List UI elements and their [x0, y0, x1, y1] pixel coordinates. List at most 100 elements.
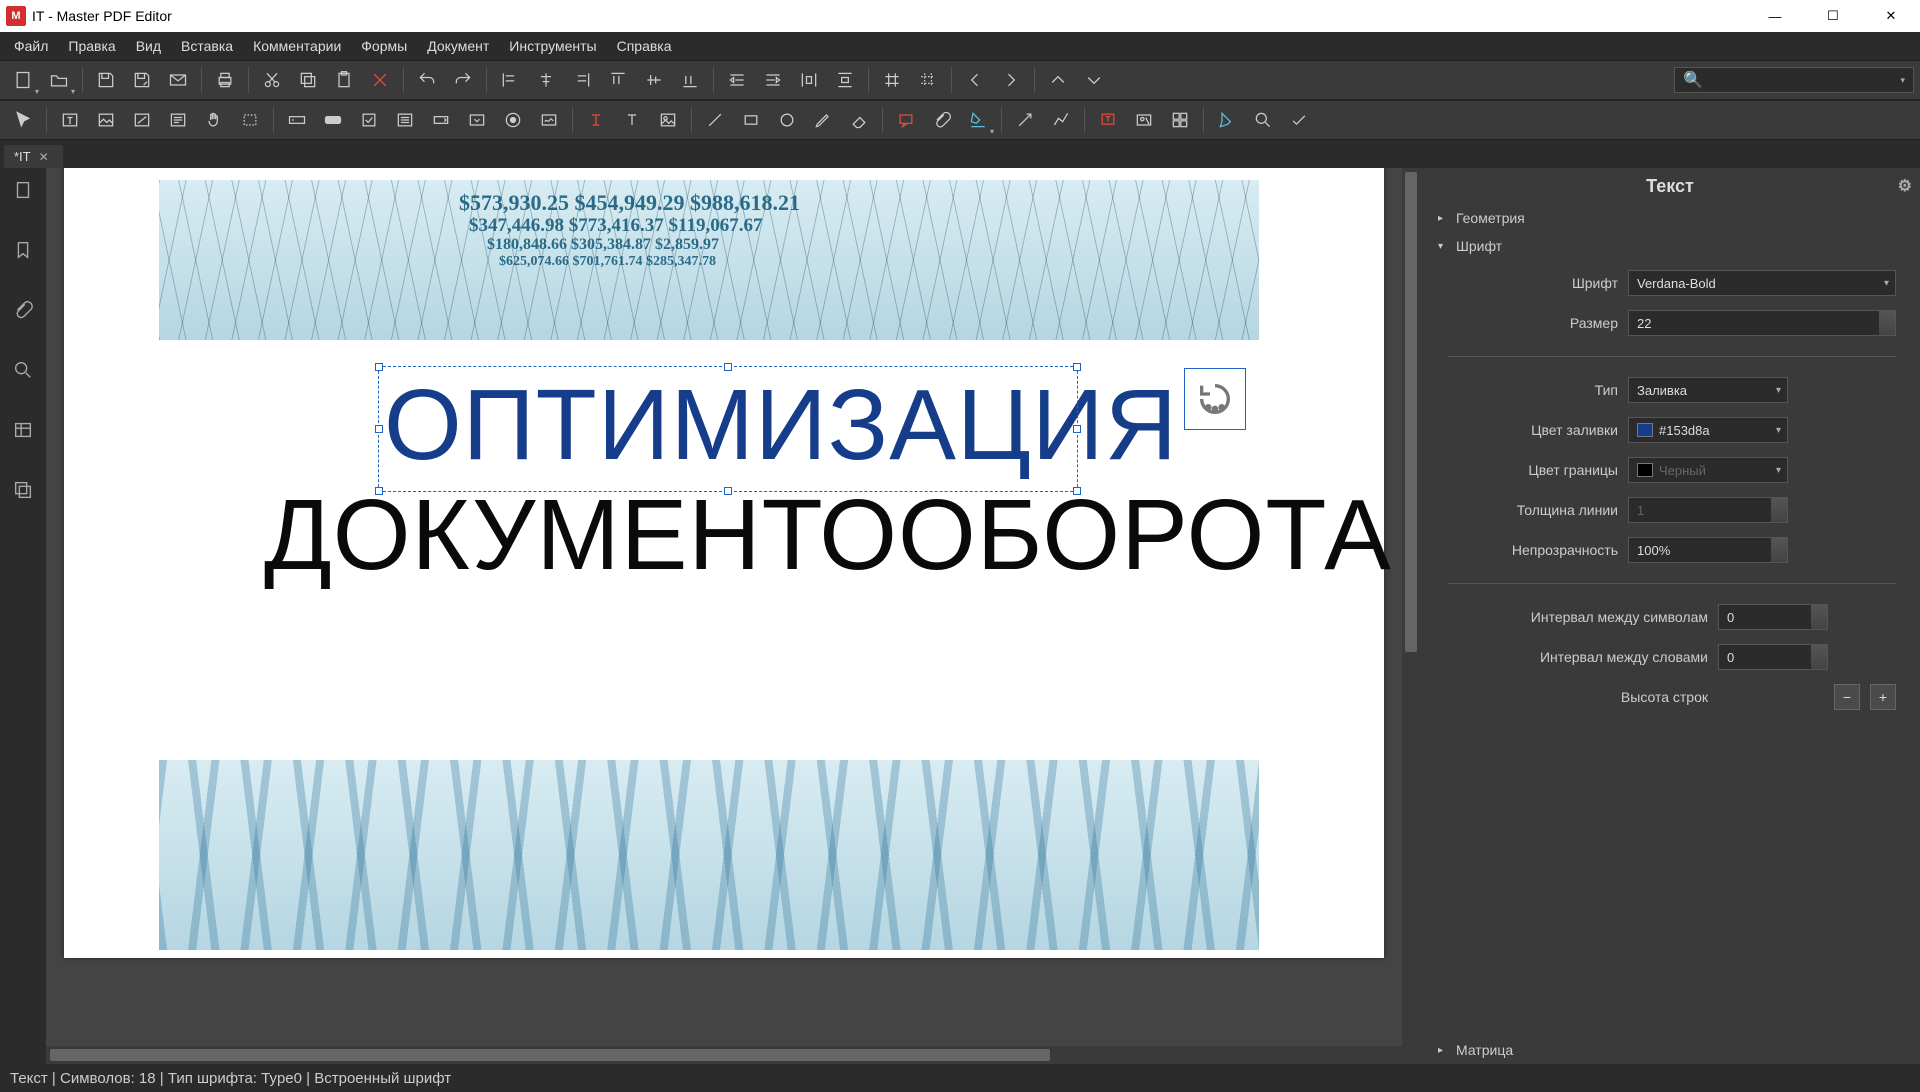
- highlight-fill-tool[interactable]: [961, 104, 995, 136]
- edit-image-tool[interactable]: [89, 104, 123, 136]
- link-tool[interactable]: [1163, 104, 1197, 136]
- highlight-text-tool[interactable]: [579, 104, 613, 136]
- align-left-button[interactable]: [493, 64, 527, 96]
- form-radio[interactable]: [496, 104, 530, 136]
- section-geometry[interactable]: ▸Геометрия: [1420, 204, 1920, 232]
- align-center-h-button[interactable]: [529, 64, 563, 96]
- down-button[interactable]: [1077, 64, 1111, 96]
- bookmarks-panel-icon[interactable]: [5, 232, 41, 268]
- select-text-tool[interactable]: [233, 104, 267, 136]
- line-tool[interactable]: [698, 104, 732, 136]
- align-right-button[interactable]: [565, 64, 599, 96]
- search-panel-icon[interactable]: [5, 352, 41, 388]
- prev-page-button[interactable]: [958, 64, 992, 96]
- redo-button[interactable]: [446, 64, 480, 96]
- font-selector[interactable]: Verdana-Bold: [1628, 270, 1896, 296]
- search-input[interactable]: [1709, 73, 1901, 88]
- window-close-button[interactable]: ✕: [1862, 0, 1920, 32]
- indent-left-button[interactable]: [720, 64, 754, 96]
- menu-file[interactable]: Файл: [4, 34, 58, 58]
- search-box[interactable]: 🔍 ▾: [1674, 67, 1914, 93]
- opacity-input[interactable]: 100%: [1628, 537, 1788, 563]
- up-button[interactable]: [1041, 64, 1075, 96]
- marker-tool[interactable]: [1210, 104, 1244, 136]
- indent-right-button[interactable]: [756, 64, 790, 96]
- edit-form-tool[interactable]: [161, 104, 195, 136]
- font-size-input[interactable]: 22: [1628, 310, 1896, 336]
- insert-image-tool[interactable]: [651, 104, 685, 136]
- line-height-minus[interactable]: −: [1834, 684, 1860, 710]
- layers-panel-icon[interactable]: [5, 472, 41, 508]
- form-dropdown[interactable]: [460, 104, 494, 136]
- vertical-scrollbar[interactable]: [1402, 168, 1420, 1046]
- align-center-v-button[interactable]: [637, 64, 671, 96]
- edit-text-tool[interactable]: [53, 104, 87, 136]
- horizontal-scrollbar[interactable]: [46, 1046, 1420, 1064]
- menu-forms[interactable]: Формы: [351, 34, 417, 58]
- tab-close-icon[interactable]: ✕: [39, 150, 49, 164]
- menu-tools[interactable]: Инструменты: [499, 34, 606, 58]
- align-top-button[interactable]: [601, 64, 635, 96]
- window-maximize-button[interactable]: ☐: [1804, 0, 1862, 32]
- section-font[interactable]: ▾Шрифт: [1420, 232, 1920, 260]
- print-button[interactable]: [208, 64, 242, 96]
- copy-button[interactable]: [291, 64, 325, 96]
- note-tool[interactable]: [889, 104, 923, 136]
- dist-h-button[interactable]: [792, 64, 826, 96]
- form-combobox[interactable]: [424, 104, 458, 136]
- panel-settings-icon[interactable]: ⚙: [1898, 176, 1912, 196]
- snap-button[interactable]: [911, 64, 945, 96]
- cut-button[interactable]: [255, 64, 289, 96]
- fill-type-selector[interactable]: Заливка: [1628, 377, 1788, 403]
- next-page-button[interactable]: [994, 64, 1028, 96]
- rotate-handle-icon[interactable]: [1184, 368, 1246, 430]
- section-matrix[interactable]: ▸Матрица: [1420, 1036, 1920, 1064]
- email-button[interactable]: [161, 64, 195, 96]
- selection-box[interactable]: [378, 366, 1078, 492]
- pages-panel-icon[interactable]: [5, 172, 41, 208]
- char-spacing-input[interactable]: 0: [1718, 604, 1828, 630]
- document-tab[interactable]: *IT ✕: [4, 145, 63, 168]
- form-signature[interactable]: [532, 104, 566, 136]
- new-file-button[interactable]: [6, 64, 40, 96]
- rect-tool[interactable]: [734, 104, 768, 136]
- delete-button[interactable]: [363, 64, 397, 96]
- attach-tool[interactable]: [925, 104, 959, 136]
- menu-view[interactable]: Вид: [126, 34, 171, 58]
- arrow-tool[interactable]: [1008, 104, 1042, 136]
- text-callout-tool[interactable]: [1091, 104, 1125, 136]
- attachments-panel-icon[interactable]: [5, 292, 41, 328]
- hand-tool[interactable]: [197, 104, 231, 136]
- stamp-tool[interactable]: [1127, 104, 1161, 136]
- align-bottom-button[interactable]: [673, 64, 707, 96]
- eraser-tool[interactable]: [842, 104, 876, 136]
- search-dropdown-icon[interactable]: ▾: [1900, 75, 1905, 86]
- menu-insert[interactable]: Вставка: [171, 34, 243, 58]
- insert-text-tool[interactable]: [615, 104, 649, 136]
- open-file-button[interactable]: [42, 64, 76, 96]
- pdf-page[interactable]: $573,930.25 $454,949.29 $988,618.21 $347…: [64, 168, 1384, 958]
- window-minimize-button[interactable]: —: [1746, 0, 1804, 32]
- undo-button[interactable]: [410, 64, 444, 96]
- save-button[interactable]: [89, 64, 123, 96]
- text-object[interactable]: ДОКУМЕНТООБОРОТА: [264, 478, 1392, 593]
- paste-button[interactable]: [327, 64, 361, 96]
- canvas-viewport[interactable]: $573,930.25 $454,949.29 $988,618.21 $347…: [46, 168, 1420, 1064]
- form-text-field[interactable]: [280, 104, 314, 136]
- thumbnails-panel-icon[interactable]: [5, 412, 41, 448]
- menu-document[interactable]: Документ: [417, 34, 499, 58]
- grid-button[interactable]: [875, 64, 909, 96]
- polyline-tool[interactable]: [1044, 104, 1078, 136]
- line-height-plus[interactable]: +: [1870, 684, 1896, 710]
- form-button[interactable]: [316, 104, 350, 136]
- edit-vector-tool[interactable]: [125, 104, 159, 136]
- dist-v-button[interactable]: [828, 64, 862, 96]
- menu-comments[interactable]: Комментарии: [243, 34, 351, 58]
- check-tool[interactable]: [1282, 104, 1316, 136]
- word-spacing-input[interactable]: 0: [1718, 644, 1828, 670]
- menu-edit[interactable]: Правка: [58, 34, 125, 58]
- form-listbox[interactable]: [388, 104, 422, 136]
- menu-help[interactable]: Справка: [607, 34, 682, 58]
- ellipse-tool[interactable]: [770, 104, 804, 136]
- zoom-tool[interactable]: [1246, 104, 1280, 136]
